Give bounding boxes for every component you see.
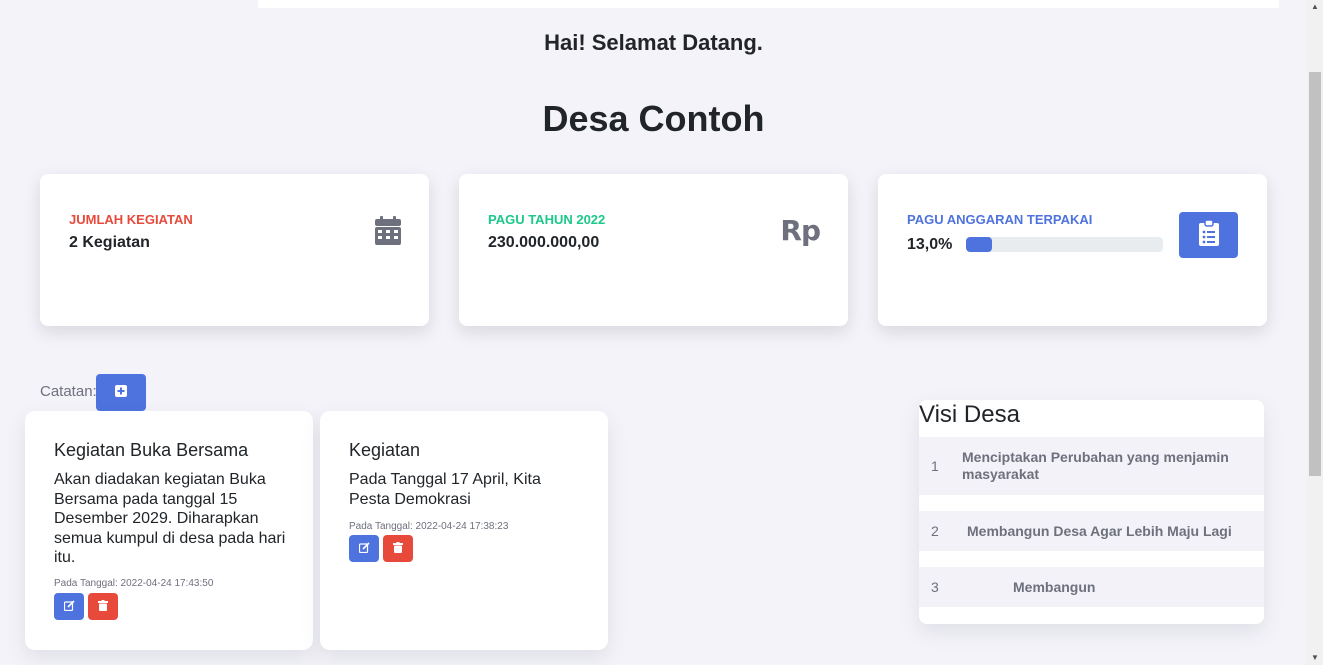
vision-number: 3 (931, 579, 939, 595)
stat-card-budget: PAGU TAHUN 2022 230.000.000,00 Rp (459, 174, 848, 326)
vision-row: 2 Membangun Desa Agar Lebih Maju Lagi (919, 511, 1264, 551)
greeting-text: Hai! Selamat Datang. (544, 30, 763, 55)
add-note-button[interactable] (96, 374, 146, 411)
edit-icon (358, 540, 370, 558)
stat-label: PAGU TAHUN 2022 (488, 212, 606, 227)
note-body: Pada Tanggal 17 April, Kita Pesta Demokr… (349, 471, 541, 508)
vision-text: Membangun (1013, 578, 1096, 595)
edit-note-button[interactable] (349, 535, 379, 562)
note-card: Kegiatan Pada Tanggal 17 April, Kita Pes… (320, 411, 608, 650)
rupiah-icon: Rp (780, 214, 821, 247)
stat-card-budget-used: PAGU ANGGARAN TERPAKAI 13,0% (878, 174, 1267, 326)
page-scrollbar[interactable]: ▲ ▼ (1307, 0, 1323, 665)
note-date: Pada Tanggal: 2022-04-24 17:38:23 (349, 521, 509, 532)
edit-note-button[interactable] (54, 593, 84, 620)
top-navbar (258, 0, 1279, 8)
vision-row: 1 Menciptakan Perubahan yang menjamin ma… (919, 437, 1264, 495)
calendar-icon (375, 216, 401, 251)
note-card: Kegiatan Buka Bersama Akan diadakan kegi… (25, 411, 313, 650)
scroll-down-arrow-icon[interactable]: ▼ (1307, 651, 1323, 665)
trash-icon (393, 540, 403, 558)
note-actions (54, 593, 118, 620)
note-date: Pada Tanggal: 2022-04-24 17:43:50 (54, 578, 214, 589)
stat-label: JUMLAH KEGIATAN (69, 212, 193, 227)
progress-fill (966, 237, 992, 252)
notes-label: Catatan: (40, 383, 97, 400)
vision-text: Membangun Desa Agar Lebih Maju Lagi (967, 522, 1232, 539)
clipboard-button[interactable] (1179, 212, 1238, 258)
scroll-thumb[interactable] (1309, 72, 1321, 476)
stat-value: 2 Kegiatan (69, 234, 150, 251)
vision-number: 2 (931, 523, 939, 539)
note-title: Kegiatan (349, 440, 421, 460)
stat-value: 230.000.000,00 (488, 234, 600, 251)
note-body: Akan diadakan kegiatan Buka Bersama pada… (54, 471, 286, 566)
vision-title: Visi Desa (919, 401, 1020, 428)
note-actions (349, 535, 413, 562)
plus-square-icon (115, 384, 127, 402)
edit-icon (63, 598, 75, 616)
vision-row: 3 Membangun (919, 567, 1264, 607)
vision-number: 1 (931, 458, 939, 474)
trash-icon (98, 598, 108, 616)
vision-card: Visi Desa 1 Menciptakan Perubahan yang m… (919, 400, 1264, 624)
vision-text: Menciptakan Perubahan yang menjamin masy… (962, 449, 1229, 482)
delete-note-button[interactable] (88, 593, 118, 620)
clipboard-list-icon (1198, 218, 1219, 251)
progress-bar (966, 237, 1163, 252)
village-name: Desa Contoh (542, 98, 765, 139)
progress-percentage: 13,0% (907, 236, 953, 253)
note-title: Kegiatan Buka Bersama (54, 440, 249, 460)
stat-card-activities: JUMLAH KEGIATAN 2 Kegiatan (40, 174, 429, 326)
stat-label: PAGU ANGGARAN TERPAKAI (907, 212, 1093, 227)
delete-note-button[interactable] (383, 535, 413, 562)
scroll-up-arrow-icon[interactable]: ▲ (1307, 0, 1323, 14)
